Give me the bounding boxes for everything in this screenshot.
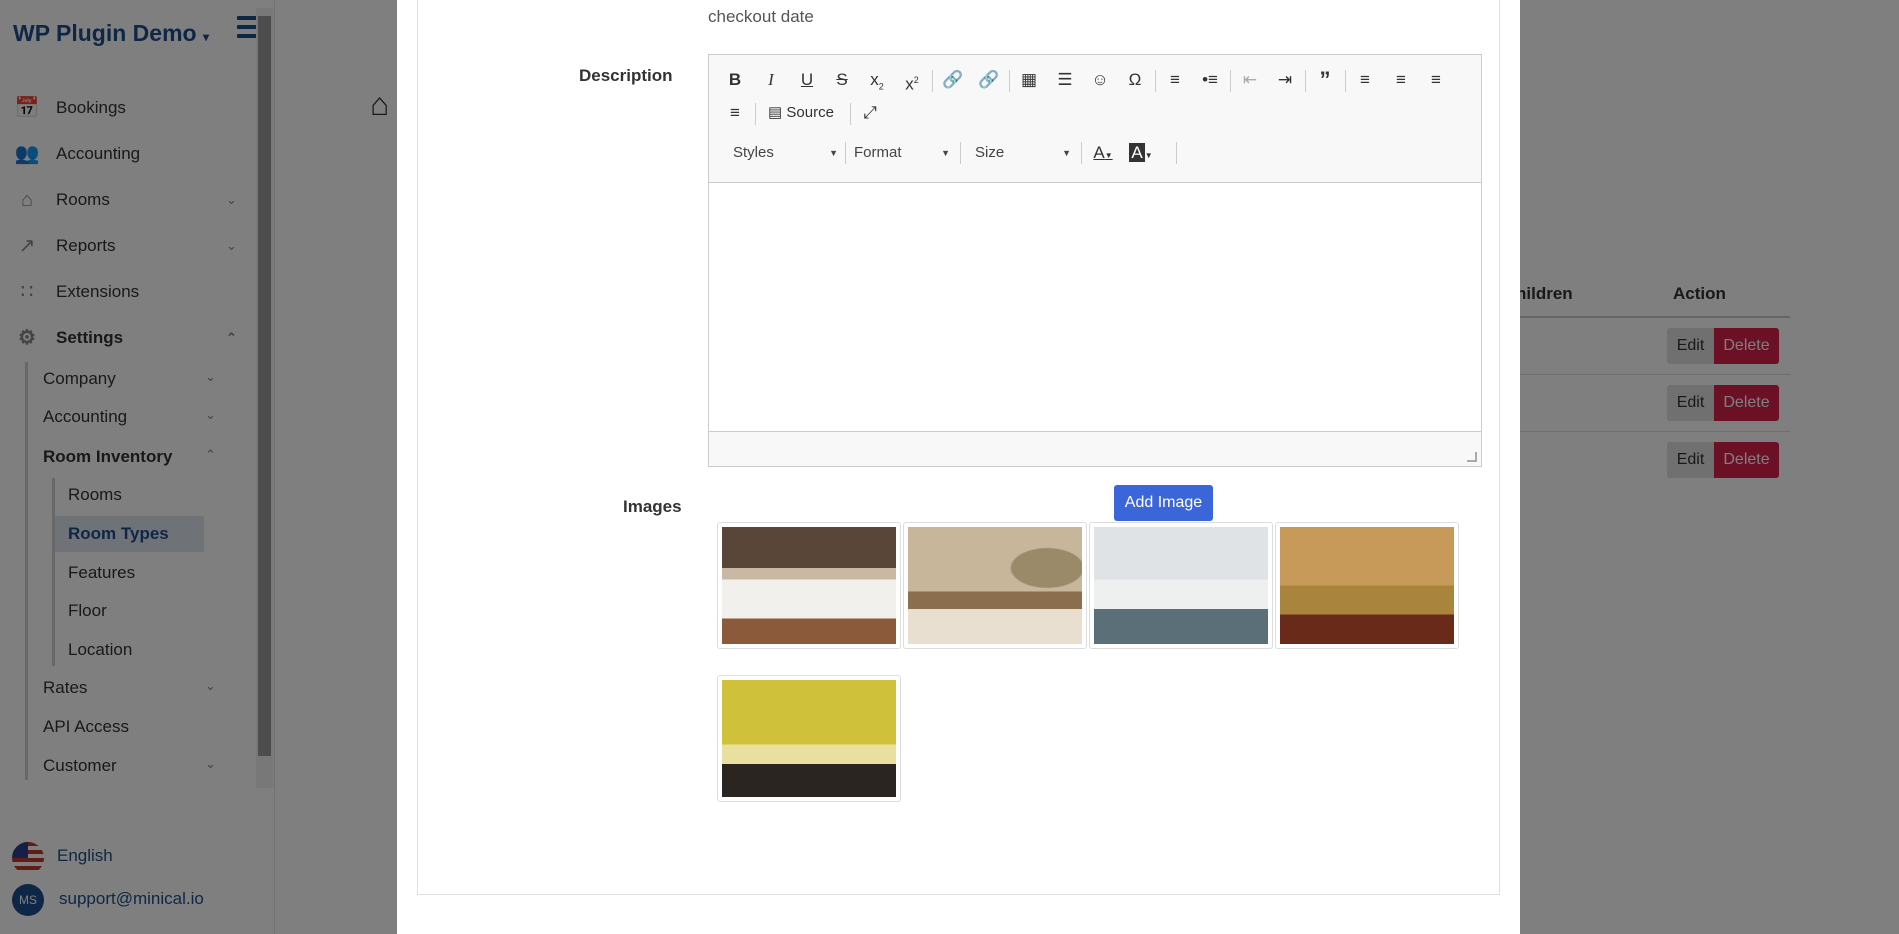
editor-content-area[interactable]: [709, 182, 1481, 432]
bold-icon[interactable]: B: [721, 66, 749, 94]
rich-text-editor: B I U S x2 x2 🔗 🔗 ▦ ☰ ☺ Ω ≡ •≡ ⇤ ⇥ ” ≡ ≡…: [708, 54, 1482, 467]
images-label: Images: [623, 497, 682, 516]
chevron-down-icon: ▼: [941, 148, 950, 158]
toolbar-separator: [1345, 70, 1346, 92]
description-label: Description: [579, 66, 673, 85]
room-image-thumb[interactable]: [1275, 522, 1459, 649]
room-image-thumb[interactable]: [717, 675, 901, 802]
resize-handle-icon[interactable]: [1467, 452, 1477, 462]
blockquote-icon[interactable]: ”: [1311, 66, 1339, 94]
toolbar-separator: [1176, 142, 1177, 164]
chevron-down-icon: ▼: [1062, 148, 1071, 158]
source-icon: ▤: [768, 104, 783, 121]
link-icon[interactable]: 🔗: [939, 66, 967, 94]
indent-icon[interactable]: ⇥: [1271, 66, 1299, 94]
outdent-icon[interactable]: ⇤: [1236, 66, 1264, 94]
room-image-thumb[interactable]: [903, 522, 1087, 649]
add-image-button[interactable]: Add Image: [1114, 485, 1213, 521]
justify-icon[interactable]: ≡: [721, 99, 749, 127]
toolbar-separator: [1305, 70, 1306, 92]
room-photo: [1280, 527, 1454, 644]
styles-dropdown[interactable]: Styles ▼: [733, 139, 838, 167]
strikethrough-icon[interactable]: S: [828, 66, 856, 94]
format-dropdown[interactable]: Format ▼: [854, 139, 950, 167]
toolbar-separator: [932, 70, 933, 92]
room-photo: [908, 527, 1082, 644]
align-right-icon[interactable]: ≡: [1422, 66, 1450, 94]
room-photo: [722, 680, 896, 797]
toolbar-separator: [960, 142, 961, 164]
checkout-date-text: checkout date: [708, 7, 814, 26]
table-icon[interactable]: ▦: [1015, 66, 1043, 94]
align-left-icon[interactable]: ≡: [1351, 66, 1379, 94]
numbered-list-icon[interactable]: ≡: [1161, 66, 1189, 94]
room-type-modal: checkout date Description B I U S x2 x2 …: [397, 0, 1520, 934]
chevron-down-icon: ▼: [829, 148, 838, 158]
toolbar-separator: [755, 103, 756, 125]
horizontal-rule-icon[interactable]: ☰: [1051, 66, 1079, 94]
room-photo: [722, 527, 896, 644]
align-center-icon[interactable]: ≡: [1387, 66, 1415, 94]
toolbar-separator: [845, 142, 846, 164]
special-char-icon[interactable]: Ω: [1121, 66, 1149, 94]
toolbar-separator: [1081, 142, 1082, 164]
source-button[interactable]: ▤ Source: [761, 99, 841, 127]
toolbar-separator: [850, 103, 851, 125]
italic-icon[interactable]: I: [757, 66, 785, 94]
toolbar-separator: [1230, 70, 1231, 92]
toolbar-separator: [1155, 70, 1156, 92]
underline-icon[interactable]: U: [793, 66, 821, 94]
background-color-icon[interactable]: A ▼: [1127, 139, 1155, 167]
room-photo: [1094, 527, 1268, 644]
size-dropdown[interactable]: Size ▼: [975, 139, 1071, 167]
subscript-icon[interactable]: x2: [863, 66, 891, 94]
smiley-icon[interactable]: ☺: [1086, 66, 1114, 94]
toolbar-separator: [1009, 70, 1010, 92]
room-image-thumb[interactable]: [717, 522, 901, 649]
superscript-icon[interactable]: x2: [898, 66, 926, 94]
room-image-thumb[interactable]: [1089, 522, 1273, 649]
text-color-icon[interactable]: A▼: [1089, 139, 1117, 167]
maximize-icon[interactable]: ⤢: [856, 99, 884, 127]
bulleted-list-icon[interactable]: •≡: [1196, 66, 1224, 94]
unlink-icon[interactable]: 🔗: [975, 66, 1003, 94]
